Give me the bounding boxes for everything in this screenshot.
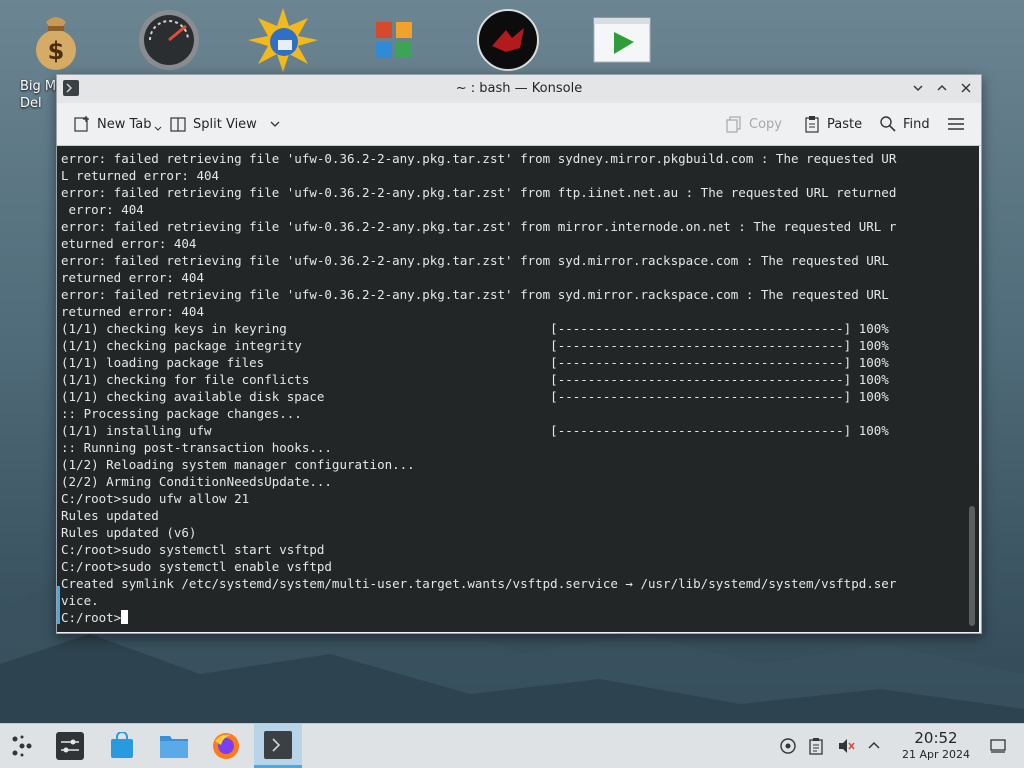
split-view-label: Split View — [193, 116, 257, 132]
active-split-indicator — [57, 586, 60, 624]
terminal-line: L returned error: 404 — [61, 168, 220, 183]
window-title: ~ : bash — Konsole — [455, 81, 583, 96]
media-player-icon[interactable] — [592, 8, 662, 72]
volume-muted-icon[interactable] — [836, 736, 856, 756]
terminal-line: error: failed retrieving file 'ufw-0.36.… — [61, 287, 889, 302]
terminal-line: Rules updated — [61, 508, 159, 523]
office-suite-icon[interactable] — [370, 8, 440, 72]
hamburger-menu-icon — [948, 118, 964, 130]
copy-label: Copy — [749, 116, 782, 132]
konsole-task[interactable] — [254, 724, 302, 768]
money-bag-icon[interactable]: $ — [24, 8, 94, 72]
terminal-line: error: failed retrieving file 'ufw-0.36.… — [61, 185, 897, 200]
terminal-line: C:/root>sudo systemctl enable vsftpd — [61, 559, 332, 574]
clipboard-icon[interactable] — [806, 736, 826, 756]
terminal-line: returned error: 404 — [61, 304, 204, 319]
terminal-line: eturned error: 404 — [61, 236, 197, 251]
new-tab-button[interactable]: New Tab — [73, 112, 162, 136]
chevron-down-icon — [270, 121, 280, 127]
firefox-task[interactable] — [208, 728, 244, 764]
terminal-line: error: 404 — [68, 202, 144, 217]
terminal-line: (1/1) checking available disk space [---… — [61, 389, 889, 404]
terminal-line: Created symlink /etc/systemd/system/mult… — [61, 576, 897, 591]
file-manager-task[interactable] — [156, 728, 192, 764]
terminal-icon — [264, 730, 292, 759]
gauge-icon[interactable] — [136, 8, 206, 72]
digital-clock[interactable]: 20:52 21 Apr 2024 — [902, 729, 970, 762]
terminal-line: Rules updated (v6) — [61, 525, 197, 540]
terminal-line: C:/root>sudo systemctl start vsftpd — [61, 542, 325, 557]
network-status-icon[interactable] — [778, 736, 798, 756]
window-titlebar[interactable]: ~ : bash — Konsole — [57, 75, 981, 103]
terminal-line: returned error: 404 — [61, 270, 204, 285]
find-button[interactable]: Find — [879, 112, 930, 136]
paste-icon — [805, 116, 819, 133]
terminal-line: (1/1) checking keys in keyring [--------… — [61, 321, 889, 336]
chevron-down-icon — [913, 85, 923, 91]
terminal-line: error: failed retrieving file 'ufw-0.36.… — [61, 151, 897, 166]
maximize-button[interactable] — [933, 79, 951, 97]
terminal-line: :: Processing package changes... — [61, 406, 302, 421]
minimize-button[interactable] — [909, 79, 927, 97]
chevron-down-icon — [154, 126, 161, 131]
clock-date: 21 Apr 2024 — [901, 748, 970, 761]
terminal-line: (1/1) checking for file conflicts [-----… — [61, 372, 889, 387]
paste-label: Paste — [827, 116, 863, 132]
paste-button[interactable]: Paste — [803, 112, 862, 136]
new-tab-label: New Tab — [97, 116, 152, 132]
clock-time: 20:52 — [914, 729, 958, 747]
find-label: Find — [903, 116, 930, 132]
red-logo-icon[interactable] — [476, 8, 546, 72]
konsole-toolbar: New Tab Split View Copy Paste Find — [57, 103, 981, 146]
search-icon — [880, 116, 896, 132]
hamburger-menu-button[interactable] — [947, 112, 965, 136]
discover-store-task[interactable] — [104, 728, 140, 764]
terminal-line: (1/2) Reloading system manager configura… — [61, 457, 415, 472]
tray-expand-chevron-up-icon[interactable] — [864, 736, 884, 756]
split-view-icon — [170, 117, 186, 132]
system-settings-task[interactable] — [52, 728, 88, 764]
new-tab-icon — [74, 116, 89, 132]
terminal-line: error: failed retrieving file 'ufw-0.36.… — [61, 253, 889, 268]
terminal-line: (1/1) installing ufw [------------------… — [61, 423, 889, 438]
konsole-window[interactable]: ~ : bash — Konsole New Tab Split View Co… — [56, 74, 982, 634]
desktop-icon-label: Big M Del — [20, 79, 57, 111]
terminal-line: C:/root>sudo ufw allow 21 — [61, 491, 250, 506]
sun-globe-icon[interactable] — [248, 8, 318, 72]
close-icon — [961, 83, 971, 93]
terminal-line: (1/1) checking package integrity [------… — [61, 338, 889, 353]
terminal-scrollbar[interactable] — [969, 150, 975, 628]
scrollbar-thumb[interactable] — [969, 506, 975, 626]
copy-icon — [726, 116, 741, 133]
chevron-up-icon — [937, 85, 947, 91]
copy-button[interactable]: Copy — [725, 112, 782, 136]
terminal-cursor — [121, 610, 129, 624]
folder-icon — [160, 736, 188, 758]
settings-sliders-icon — [56, 732, 84, 760]
terminal-prompt: C:/root> — [61, 610, 122, 625]
show-desktop-icon[interactable] — [988, 736, 1008, 756]
close-button[interactable] — [957, 79, 975, 97]
terminal-view[interactable]: error: failed retrieving file 'ufw-0.36.… — [57, 146, 979, 632]
terminal-line: (2/2) Arming ConditionNeedsUpdate... — [61, 474, 332, 489]
svg-text:$: $ — [48, 37, 65, 65]
terminal-line: (1/1) loading package files [-----------… — [61, 355, 889, 370]
split-view-button[interactable]: Split View — [169, 112, 281, 136]
store-bag-icon — [111, 732, 133, 758]
app-launcher-icon — [12, 735, 32, 757]
terminal-line: :: Running post-transaction hooks... — [61, 440, 332, 455]
firefox-icon — [213, 733, 239, 759]
terminal-line: vice. — [61, 593, 99, 608]
terminal-line: error: failed retrieving file 'ufw-0.36.… — [61, 219, 897, 234]
terminal-output: error: failed retrieving file 'ufw-0.36.… — [61, 150, 953, 626]
application-launcher-button[interactable] — [4, 728, 40, 764]
taskbar: 20:52 21 Apr 2024 — [0, 723, 1024, 768]
